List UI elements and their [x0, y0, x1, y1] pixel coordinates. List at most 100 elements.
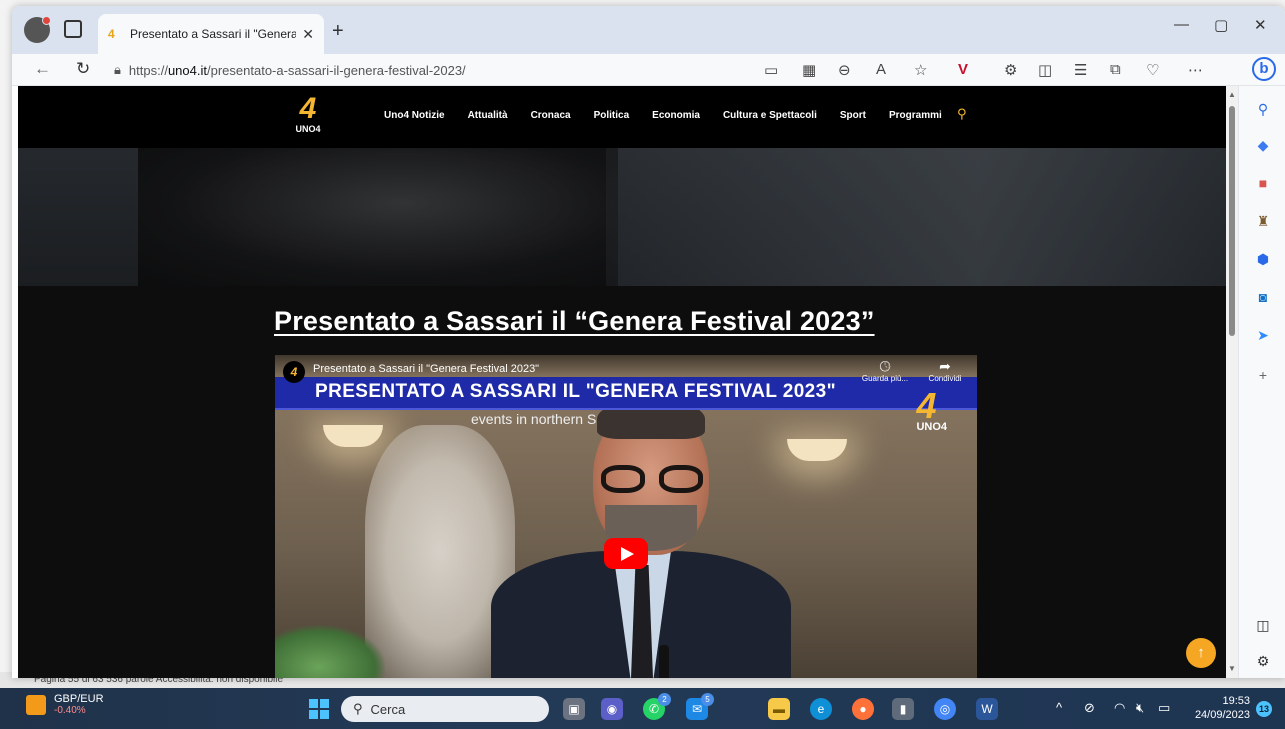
tab-actions-icon[interactable]: [64, 20, 82, 38]
scroll-down-arrow-icon[interactable]: ▼: [1228, 664, 1236, 673]
close-window-button[interactable]: ✕: [1254, 16, 1267, 34]
clock[interactable]: 19:53 24/09/2023: [1190, 694, 1250, 722]
channel-avatar[interactable]: 4: [283, 361, 305, 383]
lock-icon: 🔒︎: [114, 62, 121, 77]
uno4-favicon-icon: 4: [108, 27, 115, 41]
microphone: [659, 645, 669, 678]
windows-taskbar: GBP/EUR -0.40% ⚲ Cerca ▣ ◉ ✆ 2 ✉ 5 ▬ e ● ▮…: [0, 688, 1285, 729]
more-options-icon[interactable]: ⋯: [1188, 61, 1203, 79]
speaker-muted-icon[interactable]: 🔇︎: [1136, 700, 1144, 716]
battery-icon[interactable]: ▭: [1158, 700, 1170, 716]
menu-item-economia[interactable]: Economia: [652, 110, 700, 121]
app-available-icon[interactable]: ▭: [764, 61, 778, 79]
task-view-icon[interactable]: ▣: [563, 698, 585, 720]
split-screen-icon[interactable]: ◫: [1038, 61, 1052, 79]
menu-item-uno4-notizie[interactable]: Uno4 Notizie: [384, 110, 445, 121]
video-title-link[interactable]: Presentato a Sassari il "Genera Festival…: [313, 363, 539, 375]
tab-bar: 4 Presentato a Sassari il "Genera Fe ✕ +…: [12, 6, 1285, 54]
teams-icon[interactable]: ◉: [601, 698, 623, 720]
sidebar-toggle-icon[interactable]: ◫: [1254, 616, 1272, 634]
sidebar-add-icon[interactable]: +: [1254, 366, 1272, 384]
wifi-icon[interactable]: ◠: [1114, 700, 1125, 716]
whatsapp-icon[interactable]: ✆ 2: [643, 693, 671, 720]
browser-essentials-icon[interactable]: ♡: [1146, 61, 1159, 79]
currency-icon: [26, 694, 46, 715]
clock-icon: 🕓︎: [879, 358, 891, 374]
youtube-video-player[interactable]: PRESENTATO A SASSARI IL "GENERA FESTIVAL…: [275, 355, 977, 678]
favorites-icon[interactable]: ☰: [1074, 61, 1087, 79]
extensions-icon[interactable]: ⚙: [1004, 61, 1017, 79]
zoom-out-icon[interactable]: ⊖: [838, 61, 851, 79]
hero-shade: [18, 148, 1226, 286]
sidebar-search-icon[interactable]: ⚲: [1254, 100, 1272, 118]
site-logo[interactable]: 4 UNO4: [290, 94, 326, 138]
tab-title: Presentato a Sassari il "Genera Fe: [130, 27, 297, 41]
firefox-icon[interactable]: ●: [852, 698, 874, 720]
menu-item-attualita[interactable]: Attualità: [468, 110, 508, 121]
tray-network-off-icon[interactable]: ⊘: [1084, 700, 1095, 716]
usb-device-icon[interactable]: ▮: [892, 698, 914, 720]
web-page: 4 UNO4 Uno4 Notizie Attualità Cronaca Po…: [18, 86, 1226, 678]
site-navbar: 4 UNO4 Uno4 Notizie Attualità Cronaca Po…: [18, 86, 1226, 148]
file-explorer-icon[interactable]: ▬: [768, 698, 790, 720]
refresh-icon[interactable]: ↻: [76, 59, 90, 79]
tab-active[interactable]: 4 Presentato a Sassari il "Genera Fe ✕: [98, 14, 324, 54]
word-icon[interactable]: W: [976, 698, 998, 720]
menu-item-programmi[interactable]: Programmi: [889, 110, 942, 121]
favorite-star-icon[interactable]: ☆: [914, 61, 927, 79]
start-button[interactable]: [309, 699, 329, 719]
tab-close-button[interactable]: ✕: [302, 26, 314, 43]
menu-item-sport[interactable]: Sport: [840, 110, 866, 121]
maximize-button[interactable]: ▢: [1214, 16, 1228, 34]
sidebar-shopping-icon[interactable]: ◆: [1254, 136, 1272, 154]
new-tab-button[interactable]: +: [332, 20, 344, 43]
read-aloud-icon[interactable]: A: [876, 61, 886, 78]
hero-image: [18, 148, 1226, 286]
sidebar-settings-icon[interactable]: ⚙: [1254, 652, 1272, 670]
menu-item-cronaca[interactable]: Cronaca: [531, 110, 571, 121]
widgets-ticker[interactable]: GBP/EUR -0.40%: [26, 693, 104, 716]
scrollbar-thumb[interactable]: [1229, 106, 1235, 336]
sidebar-tools-icon[interactable]: ■: [1254, 174, 1272, 192]
qr-code-icon[interactable]: ▦: [802, 61, 816, 79]
minimize-button[interactable]: —: [1174, 16, 1189, 33]
watch-later-button[interactable]: 🕓︎ Guarda più...: [855, 358, 915, 384]
notifications-badge[interactable]: 13: [1256, 701, 1272, 717]
edge-sidebar: ⚲ ◆ ■ ♜ ⬢ ◙ ➤ + ◫ ⚙: [1238, 86, 1285, 678]
sidebar-games-icon[interactable]: ♜: [1254, 212, 1272, 230]
scroll-up-arrow-icon[interactable]: ▲: [1228, 90, 1236, 99]
scroll-to-top-button[interactable]: ↑: [1186, 638, 1216, 668]
edge-icon[interactable]: e: [810, 698, 832, 720]
profile-status-dot: [42, 16, 51, 25]
mail-icon[interactable]: ✉ 5: [686, 693, 714, 720]
search-icon: ⚲: [353, 701, 363, 716]
video-subtitle: events in northern S: [471, 411, 597, 427]
menu-item-cultura-spettacoli[interactable]: Cultura e Spettacoli: [723, 110, 817, 121]
article-title[interactable]: Presentato a Sassari il “Genera Festival…: [274, 306, 875, 337]
share-button[interactable]: ➦ Condividi: [915, 359, 975, 384]
collections-icon[interactable]: ⧉: [1110, 61, 1121, 78]
extension-icon[interactable]: V: [958, 61, 968, 78]
sidebar-send-icon[interactable]: ➤: [1254, 326, 1272, 344]
taskbar-search[interactable]: ⚲ Cerca: [341, 696, 549, 722]
profile-avatar[interactable]: [24, 16, 51, 43]
address-bar: ← ↻ 🔒︎ https://uno4.it/presentato-a-sass…: [12, 54, 1285, 86]
desktop: Pagina 55 di 63 536 parole Accessibilità…: [0, 0, 1285, 729]
speaker-glasses: [601, 465, 705, 493]
browser-window: 4 Presentato a Sassari il "Genera Fe ✕ +…: [12, 6, 1285, 678]
url-field[interactable]: 🔒︎ https://uno4.it/presentato-a-sassari-…: [114, 58, 954, 82]
search-icon[interactable]: ⚲: [957, 106, 967, 122]
menu-item-politica[interactable]: Politica: [594, 110, 630, 121]
plant: [275, 625, 385, 678]
sidebar-outlook-icon[interactable]: ◙: [1254, 288, 1272, 306]
play-button[interactable]: [604, 538, 648, 569]
main-menu: Uno4 Notizie Attualità Cronaca Politica …: [384, 110, 942, 121]
sidebar-microsoft365-icon[interactable]: ⬢: [1254, 250, 1272, 268]
video-banner-line: [275, 408, 977, 410]
chrome-icon[interactable]: ◎: [934, 698, 956, 720]
copilot-icon[interactable]: b: [1252, 57, 1276, 81]
video-watermark-logo: 4 UNO4: [916, 385, 947, 433]
page-scrollbar[interactable]: ▲ ▼: [1226, 86, 1238, 678]
back-icon[interactable]: ←: [34, 59, 51, 79]
tray-expand-icon[interactable]: ^: [1056, 700, 1062, 715]
